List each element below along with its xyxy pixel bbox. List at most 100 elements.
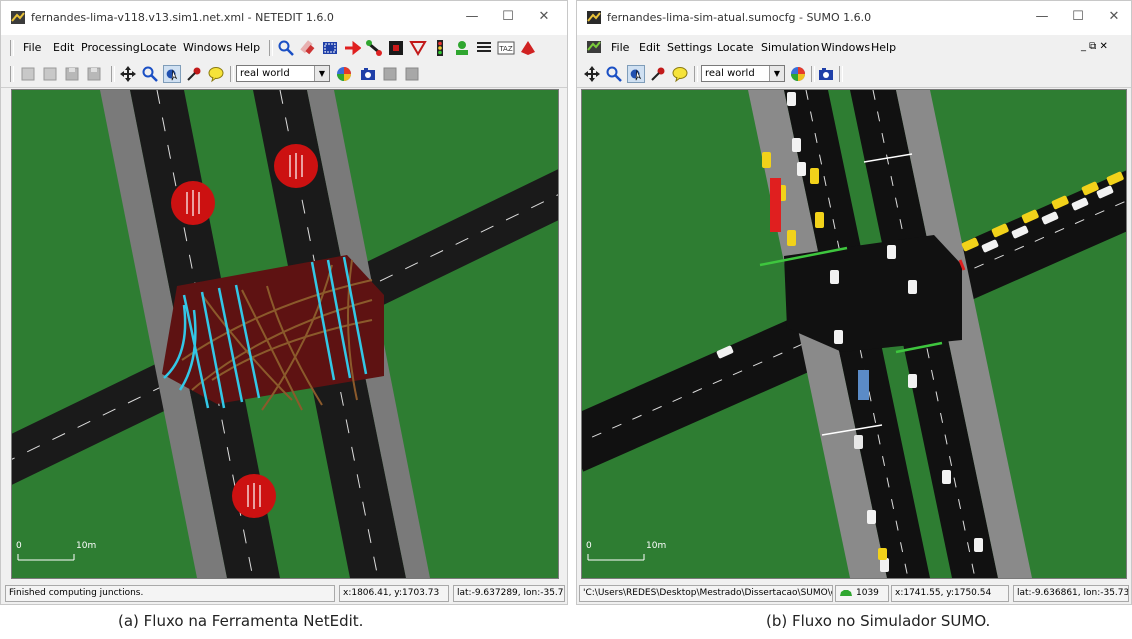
menu-help[interactable]: Help bbox=[235, 41, 260, 54]
window-title: fernandes-lima-sim-atual.sumocfg - SUMO … bbox=[607, 11, 872, 24]
network-canvas[interactable]: 0 10m bbox=[11, 89, 559, 579]
window-title: fernandes-lima-v118.v13.sim1.net.xml - N… bbox=[31, 11, 334, 24]
save-as-icon[interactable] bbox=[85, 65, 103, 83]
color-scheme-select[interactable]: real world ▼ bbox=[236, 65, 330, 82]
netedit-app-icon bbox=[11, 11, 25, 24]
network-view bbox=[12, 90, 558, 578]
menu-help[interactable]: Help bbox=[871, 41, 896, 54]
polygon-mode-icon[interactable] bbox=[519, 39, 537, 57]
menu-processing[interactable]: Processing bbox=[81, 41, 140, 54]
zoom-icon[interactable] bbox=[605, 65, 623, 83]
chevron-down-icon[interactable]: ▼ bbox=[314, 66, 329, 81]
toolbar-grip bbox=[111, 66, 115, 82]
delete-mode-icon[interactable] bbox=[299, 39, 317, 57]
scale-zero-label: 0 bbox=[586, 541, 592, 551]
vehicle-count: 1039 bbox=[835, 585, 889, 602]
open-network-icon[interactable] bbox=[41, 65, 59, 83]
toolbar-grip bbox=[839, 66, 843, 82]
geo-coordinate-readout: lat:-9.637289, lon:-35.735 bbox=[453, 585, 565, 602]
screenshot-icon[interactable] bbox=[817, 65, 835, 83]
bus[interactable] bbox=[770, 178, 781, 232]
mdi-window-controls[interactable]: _ ⧉ ✕ bbox=[1081, 41, 1108, 52]
minimize-button[interactable]: — bbox=[1031, 9, 1053, 25]
edit-coloring-icon[interactable] bbox=[335, 65, 353, 83]
car-icon bbox=[840, 590, 852, 596]
traffic-light-mode-icon[interactable] bbox=[431, 39, 449, 57]
menu-bar: File Edit Processing Locate Windows Help… bbox=[1, 35, 567, 62]
edit-viewport-icon[interactable] bbox=[649, 65, 667, 83]
recenter-view-icon[interactable] bbox=[119, 65, 137, 83]
geo-coordinate-readout: lat:-9.636861, lon:-35.7361 bbox=[1013, 585, 1129, 602]
netedit-window: fernandes-lima-v118.v13.sim1.net.xml - N… bbox=[0, 0, 568, 605]
toolbar-grip bbox=[694, 66, 698, 82]
simulation-canvas[interactable]: 0 10m bbox=[581, 89, 1127, 579]
menu-edit[interactable]: Edit bbox=[53, 41, 74, 54]
color-scheme-value: real world bbox=[705, 68, 755, 79]
toolbar-grip bbox=[230, 66, 234, 82]
sumo-window: fernandes-lima-sim-atual.sumocfg - SUMO … bbox=[576, 0, 1132, 605]
move-mode-icon[interactable] bbox=[343, 39, 361, 57]
sumo-app-icon bbox=[587, 11, 601, 24]
svg-text:TAZ: TAZ bbox=[498, 45, 513, 53]
title-bar: fernandes-lima-v118.v13.sim1.net.xml - N… bbox=[1, 1, 567, 35]
toggle-draw-icon[interactable] bbox=[403, 65, 421, 83]
menu-locate[interactable]: Locate bbox=[717, 41, 754, 54]
coordinate-readout: x:1806.41, y:1703.73 bbox=[339, 585, 449, 602]
inspect-mode-icon[interactable] bbox=[277, 39, 295, 57]
status-bar: 'C:\Users\REDES\Desktop\Mestrado\Dissert… bbox=[577, 583, 1131, 604]
sumo-document-icon bbox=[587, 41, 601, 53]
toggle-grid-icon[interactable] bbox=[381, 65, 399, 83]
menu-settings[interactable]: Settings bbox=[667, 41, 712, 54]
taz-mode-icon[interactable]: TAZ bbox=[497, 39, 515, 57]
menu-windows[interactable]: Windows bbox=[821, 41, 870, 54]
select-mode-icon[interactable] bbox=[321, 39, 339, 57]
edit-viewport-icon[interactable] bbox=[185, 65, 203, 83]
new-network-icon[interactable] bbox=[19, 65, 37, 83]
truck[interactable] bbox=[858, 370, 869, 400]
scale-zero-label: 0 bbox=[16, 541, 22, 551]
edit-coloring-icon[interactable] bbox=[789, 65, 807, 83]
close-button[interactable]: ✕ bbox=[533, 9, 555, 25]
menu-edit[interactable]: Edit bbox=[639, 41, 660, 54]
menu-locate[interactable]: Locate bbox=[140, 41, 177, 54]
simulation-view bbox=[582, 90, 1126, 578]
view-toolbar: real world ▼ bbox=[577, 61, 1131, 88]
status-bar: Finished computing junctions. x:1806.41,… bbox=[1, 583, 567, 604]
create-edge-icon[interactable] bbox=[365, 39, 383, 57]
menu-file[interactable]: File bbox=[611, 41, 629, 54]
additional-mode-icon[interactable] bbox=[453, 39, 471, 57]
maximize-button[interactable]: ☐ bbox=[1067, 9, 1089, 25]
toolbar-grip bbox=[811, 66, 815, 82]
color-scheme-select[interactable]: real world ▼ bbox=[701, 65, 785, 82]
crossing-mode-icon[interactable] bbox=[475, 39, 493, 57]
show-tooltips-icon[interactable] bbox=[671, 65, 689, 83]
menu-simulation[interactable]: Simulation bbox=[761, 41, 820, 54]
status-path: 'C:\Users\REDES\Desktop\Mestrado\Dissert… bbox=[579, 585, 833, 602]
prohibition-mode-icon[interactable] bbox=[409, 39, 427, 57]
zoom-icon[interactable] bbox=[141, 65, 159, 83]
minimize-button[interactable]: — bbox=[461, 9, 483, 25]
vehicle-count-value: 1039 bbox=[856, 588, 879, 598]
scale-label: 10m bbox=[646, 541, 667, 551]
locate-junction-icon[interactable] bbox=[163, 65, 181, 83]
junction-area[interactable] bbox=[784, 235, 962, 352]
menu-file[interactable]: File bbox=[23, 41, 41, 54]
color-scheme-value: real world bbox=[240, 68, 290, 79]
chevron-down-icon[interactable]: ▼ bbox=[769, 66, 784, 81]
recenter-view-icon[interactable] bbox=[583, 65, 601, 83]
maximize-button[interactable]: ☐ bbox=[497, 9, 519, 25]
toolbar-grip bbox=[10, 40, 14, 56]
show-tooltips-icon[interactable] bbox=[207, 65, 225, 83]
menu-bar: File Edit Settings Locate Simulation Win… bbox=[577, 35, 1131, 62]
screenshot-icon[interactable] bbox=[359, 65, 377, 83]
close-button[interactable]: ✕ bbox=[1103, 9, 1125, 25]
connection-mode-icon[interactable] bbox=[387, 39, 405, 57]
status-message: Finished computing junctions. bbox=[5, 585, 335, 602]
locate-junction-icon[interactable] bbox=[627, 65, 645, 83]
coordinate-readout: x:1741.55, y:1750.54 bbox=[891, 585, 1009, 602]
save-network-icon[interactable] bbox=[63, 65, 81, 83]
menu-windows[interactable]: Windows bbox=[183, 41, 232, 54]
title-bar: fernandes-lima-sim-atual.sumocfg - SUMO … bbox=[577, 1, 1131, 35]
caption-netedit: (a) Fluxo na Ferramenta NetEdit. bbox=[118, 612, 364, 630]
toolbar-grip bbox=[10, 66, 14, 82]
